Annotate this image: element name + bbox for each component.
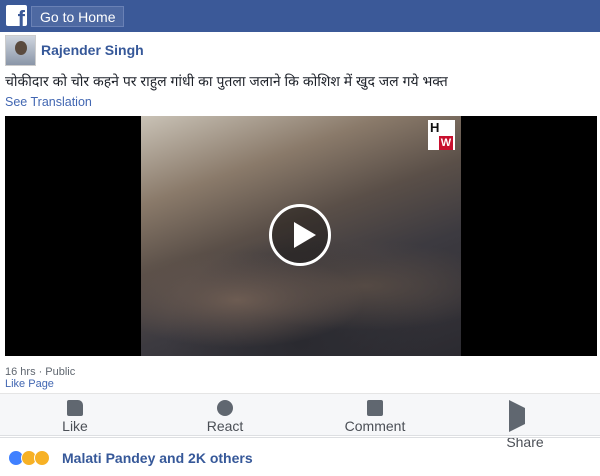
share-button[interactable]: Share [450,394,600,450]
comment-button[interactable]: Comment [300,394,450,436]
reactions-bar[interactable]: Malati Pandey and 2K others [0,437,600,476]
thumbs-up-icon [67,400,83,416]
video-player[interactable]: HW [5,116,597,356]
author-avatar[interactable] [5,35,36,66]
post-time[interactable]: 16 hrs [5,366,36,378]
smiley-icon [217,400,233,416]
hw-watermark-icon: HW [428,120,455,150]
go-to-home-button[interactable]: Go to Home [31,6,125,27]
share-icon [509,400,541,432]
like-button[interactable]: Like [0,394,150,436]
like-page-link[interactable]: Like Page [5,378,54,390]
author-name[interactable]: Rajender Singh [41,42,144,58]
post-text: चोकीदार को चोर कहने पर राहुल गांधी का पु… [5,73,448,89]
facebook-logo-icon[interactable]: f [6,5,27,26]
top-bar: f Go to Home [0,0,600,32]
sad-reaction-icon [34,450,50,466]
post-meta: 16 hrs · Public [5,366,76,378]
play-button-icon[interactable] [269,204,331,266]
react-button[interactable]: React [150,394,300,436]
reactions-summary[interactable]: Malati Pandey and 2K others [62,450,253,466]
action-bar: Like React Comment Share [0,393,600,450]
reaction-icons [8,450,50,466]
comment-icon [367,400,383,416]
post-privacy: Public [45,366,76,378]
see-translation-link[interactable]: See Translation [5,95,92,109]
video-frame: HW [141,116,461,356]
